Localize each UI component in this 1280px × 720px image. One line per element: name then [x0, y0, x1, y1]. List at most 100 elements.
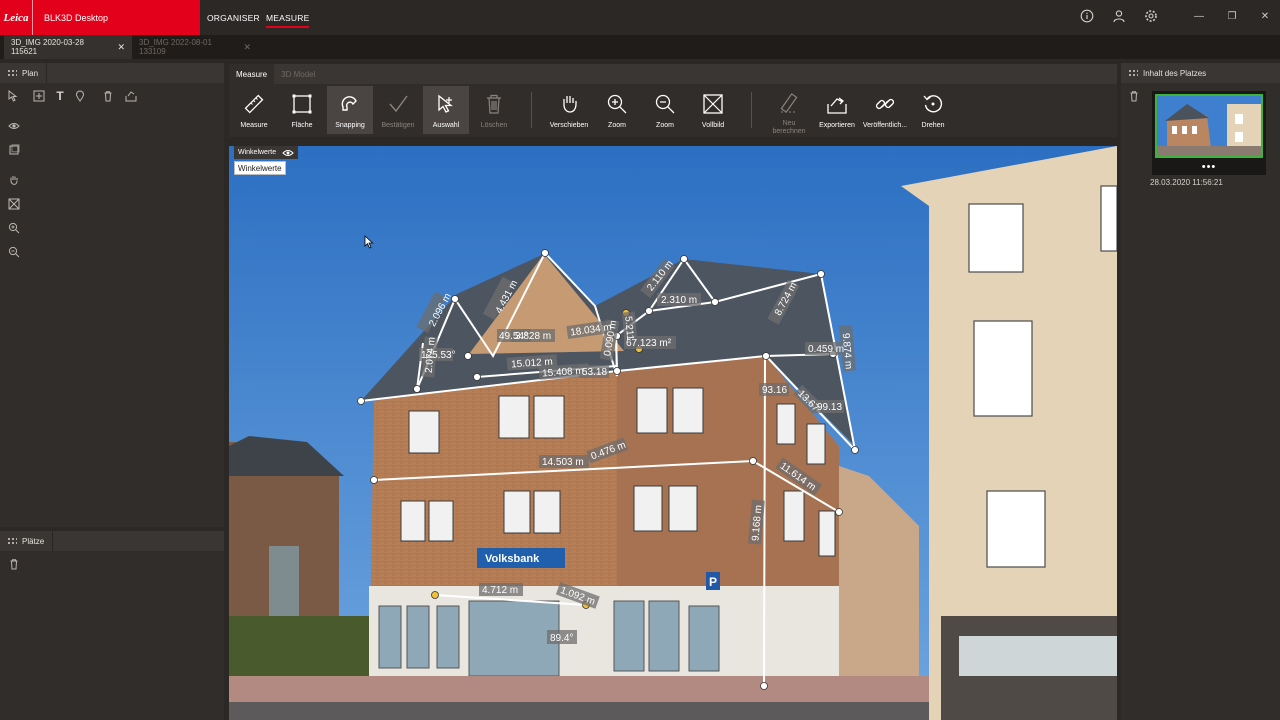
trash-icon[interactable] [1127, 89, 1141, 103]
measure-label: 93.16 [762, 385, 787, 396]
minimize-button[interactable]: — [1188, 5, 1210, 27]
add-icon[interactable] [32, 89, 46, 103]
tool-label: Neu berechnen [772, 120, 806, 135]
settings-icon[interactable] [1140, 5, 1162, 27]
fullscreen-icon[interactable] [7, 197, 21, 211]
maximize-button[interactable]: ❐ [1221, 5, 1243, 27]
measure-label: 2.310 m [661, 295, 697, 306]
tool-label: Measure [240, 122, 268, 129]
layers-icon[interactable] [7, 143, 21, 157]
doc-tab-2[interactable]: 3D_IMG 2022-08-01 133109 ✕ [132, 35, 258, 59]
tool-label: Bestätigen [381, 122, 415, 129]
angle-values-label: Winkelwerte [238, 149, 277, 156]
doc-tab-1-label: 3D_IMG 2020-03-28 115621 [11, 38, 84, 56]
zoom-in-icon [605, 92, 629, 116]
export-tool-button[interactable]: Exportieren [814, 86, 860, 134]
trash-icon[interactable] [101, 89, 115, 103]
tool-label: Zoom [608, 122, 626, 129]
plan-panel: Plan T [0, 63, 224, 527]
close-icon[interactable]: ✕ [117, 42, 125, 53]
fullscreen-icon [701, 92, 725, 116]
zoom-out-tool-button[interactable]: Zoom [642, 86, 688, 134]
app-logo-block: Leica BLK3D Desktop [0, 0, 200, 35]
tab-3d-model[interactable]: 3D Model [274, 64, 322, 84]
parking-sign: P [709, 575, 717, 589]
image-thumbnail[interactable]: ••• [1152, 91, 1266, 175]
confirm-tool-button[interactable]: Bestätigen [375, 86, 421, 134]
rotate-icon [921, 92, 945, 116]
area-icon [290, 92, 314, 116]
measure-label: 5.211 [622, 316, 635, 342]
publish-tool-button[interactable]: Veröffentlich... [862, 86, 908, 134]
measure-label: 53.18 [582, 367, 607, 378]
user-icon[interactable] [1108, 5, 1130, 27]
zoom-out-icon [653, 92, 677, 116]
measure-tool-button[interactable]: Measure [231, 86, 277, 134]
visibility-eye-icon[interactable] [7, 119, 21, 133]
delete-tool-button[interactable]: Löschen [471, 86, 517, 134]
bank-sign-text: Volksbank [485, 553, 540, 565]
info-icon[interactable] [1076, 5, 1098, 27]
area-tool-button[interactable]: Fläche [279, 86, 325, 134]
app-name: BLK3D Desktop [44, 12, 109, 23]
export-icon[interactable] [124, 89, 138, 103]
tool-label: Zoom [656, 122, 674, 129]
recalculate-icon [777, 92, 801, 114]
thumbnail-menu-icon[interactable]: ••• [1152, 161, 1266, 173]
trash-icon[interactable] [7, 557, 21, 571]
tool-label: Veröffentlich... [862, 122, 908, 129]
zoom-in-tool-button[interactable]: Zoom [594, 86, 640, 134]
snapping-tool-button[interactable]: Snapping [327, 86, 373, 134]
magnet-icon [338, 92, 362, 116]
drag-grip-icon[interactable] [7, 537, 17, 545]
nav-measure[interactable]: MEASURE [266, 0, 310, 35]
link-icon [873, 92, 897, 116]
doc-tab-2-label: 3D_IMG 2022-08-01 133109 [139, 38, 212, 56]
text-icon[interactable]: T [53, 89, 67, 103]
measure-label: 89.4° [550, 633, 573, 644]
app-window: Leica BLK3D Desktop ORGANISER MEASURE — … [0, 0, 1280, 720]
export-icon [825, 92, 849, 116]
place-content-title: Inhalt des Platzes [1143, 68, 1207, 78]
check-icon [386, 92, 410, 116]
tool-label: Snapping [335, 122, 365, 129]
places-panel-title: Plätze [22, 531, 54, 551]
document-tab-row: 3D_IMG 2020-03-28 115621 ✕ 3D_IMG 2022-0… [0, 35, 1280, 59]
close-icon[interactable]: ✕ [243, 42, 251, 53]
measure-label: 4.712 m [482, 585, 518, 596]
places-panel: Plätze [0, 531, 224, 720]
hand-icon[interactable] [7, 173, 21, 187]
thumbnail-date: 28.03.2020 11:56:21 [1150, 178, 1223, 187]
location-pin-icon[interactable] [73, 89, 87, 103]
recalculate-tool-button[interactable]: Neu berechnen [766, 86, 812, 135]
measure-label: 99.13 [817, 402, 842, 413]
tool-label: Löschen [480, 122, 508, 129]
zoom-out-icon[interactable] [7, 245, 21, 259]
nav-organiser[interactable]: ORGANISER [207, 0, 260, 35]
eye-icon[interactable] [282, 149, 294, 157]
plan-panel-title: Plan [22, 63, 48, 83]
tool-label: Verschieben [549, 122, 589, 129]
title-bar: Leica BLK3D Desktop ORGANISER MEASURE — … [0, 0, 1280, 35]
center-panel-header: Measure 3D Model [229, 64, 1117, 84]
angle-values-toggle[interactable]: Winkelwerte [234, 146, 299, 159]
photo-scene: Volksbank P 2.096 m 4.431 m 2.110 m 2.31… [229, 146, 1117, 720]
tool-label: Vollbild [701, 122, 725, 129]
hand-icon [557, 92, 581, 116]
trash-icon [482, 92, 506, 116]
measure-viewport[interactable]: Volksbank P 2.096 m 4.431 m 2.110 m 2.31… [229, 146, 1117, 720]
tab-measure[interactable]: Measure [229, 64, 275, 84]
select-cursor-icon[interactable] [6, 89, 20, 103]
pan-tool-button[interactable]: Verschieben [546, 86, 592, 134]
drag-grip-icon[interactable] [1128, 69, 1138, 77]
close-window-button[interactable]: ✕ [1254, 5, 1276, 27]
rotate-tool-button[interactable]: Drehen [910, 86, 956, 134]
tool-label: Drehen [921, 122, 945, 129]
doc-tab-1[interactable]: 3D_IMG 2020-03-28 115621 ✕ [4, 35, 132, 59]
fullscreen-tool-button[interactable]: Vollbild [690, 86, 736, 134]
select-tool-button[interactable]: Auswahl [423, 86, 469, 134]
measure-toolbar: Measure Fläche Snapping Bestätigen Auswa… [229, 84, 1117, 137]
drag-grip-icon[interactable] [7, 69, 17, 77]
tool-label: Fläche [291, 122, 313, 129]
zoom-in-icon[interactable] [7, 221, 21, 235]
